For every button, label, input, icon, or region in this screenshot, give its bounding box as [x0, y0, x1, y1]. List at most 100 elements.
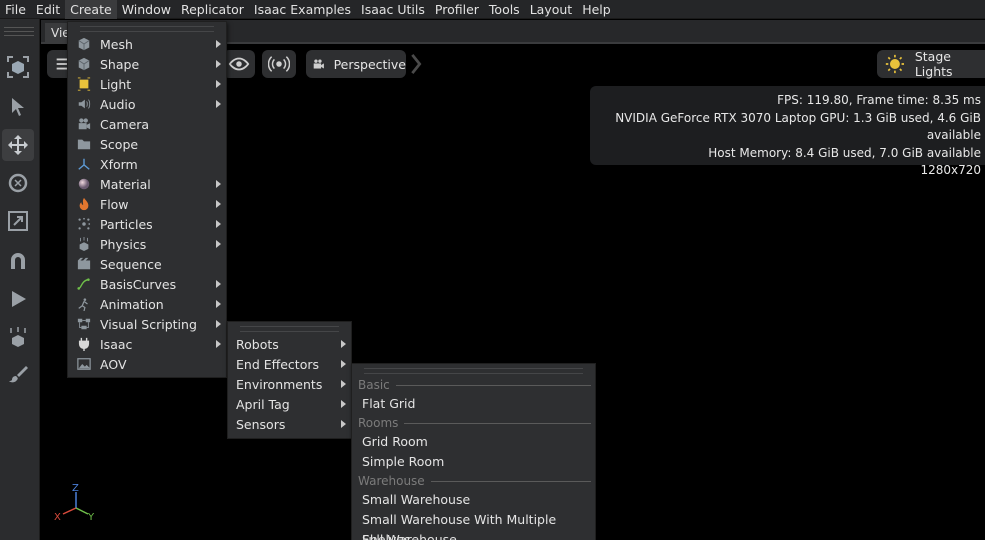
scale-tool-icon[interactable]	[2, 205, 34, 237]
submenu-arrow-icon	[341, 360, 346, 368]
menu-window[interactable]: Window	[117, 0, 176, 19]
menu-isaac-utils[interactable]: Isaac Utils	[356, 0, 430, 19]
play-icon[interactable]	[2, 283, 34, 315]
create-menu-item-mesh[interactable]: Mesh	[68, 34, 226, 54]
menu-item-label: Material	[100, 176, 151, 192]
create-menu-item-isaac[interactable]: Isaac	[68, 334, 226, 354]
create-menu-item-audio[interactable]: Audio	[68, 94, 226, 114]
menu-item-label: Flow	[100, 196, 129, 212]
create-menu-item-camera[interactable]: Camera	[68, 114, 226, 134]
section-header-warehouse: Warehouse	[352, 472, 595, 490]
isaac-menu-item-end-effectors[interactable]: End Effectors	[228, 354, 351, 374]
render-mode-button[interactable]	[262, 50, 296, 78]
submenu-arrow-icon	[216, 300, 221, 308]
create-menu-item-material[interactable]: Material	[68, 174, 226, 194]
create-menu-item-particles[interactable]: Particles	[68, 214, 226, 234]
menu-layout[interactable]: Layout	[525, 0, 578, 19]
sun-icon	[885, 54, 905, 74]
move-tool-icon[interactable]	[2, 129, 34, 161]
submenu-arrow-icon	[216, 100, 221, 108]
create-menu-item-light[interactable]: Light	[68, 74, 226, 94]
isaac-menu-item-april-tag[interactable]: April Tag	[228, 394, 351, 414]
menu-profiler[interactable]: Profiler	[430, 0, 484, 19]
snap-magnet-icon[interactable]	[2, 245, 34, 277]
create-menu-item-sequence[interactable]: Sequence	[68, 254, 226, 274]
submenu-arrow-icon	[341, 340, 346, 348]
menu-grabber	[80, 26, 214, 32]
cube-icon	[76, 36, 92, 52]
section-divider	[431, 481, 591, 482]
section-header-rooms: Rooms	[352, 414, 595, 432]
create-menu-item-visual-scripting[interactable]: Visual Scripting	[68, 314, 226, 334]
submenu-arrow-icon	[216, 320, 221, 328]
toolbar-grip	[4, 31, 34, 32]
menu-isaac-examples[interactable]: Isaac Examples	[249, 0, 356, 19]
flame-icon	[76, 196, 92, 212]
select-mode-icon[interactable]	[2, 51, 34, 83]
menu-item-label: Sequence	[100, 256, 162, 272]
environment-item-small-warehouse[interactable]: Small Warehouse	[352, 490, 595, 510]
menu-file[interactable]: File	[0, 0, 31, 19]
paint-brush-icon[interactable]	[2, 359, 34, 391]
environment-item-flat-grid[interactable]: Flat Grid	[352, 394, 595, 414]
create-menu-item-xform[interactable]: Xform	[68, 154, 226, 174]
create-menu-item-shape[interactable]: Shape	[68, 54, 226, 74]
environment-item-simple-room[interactable]: Simple Room	[352, 452, 595, 472]
create-menu-item-scope[interactable]: Scope	[68, 134, 226, 154]
stats-overlay: FPS: 119.80, Frame time: 8.35 ms NVIDIA …	[590, 86, 985, 177]
create-menu-item-aov[interactable]: AOV	[68, 354, 226, 374]
menu-grabber	[240, 326, 339, 332]
menu-item-label: BasisCurves	[100, 276, 177, 292]
menu-help[interactable]: Help	[577, 0, 616, 19]
material-sphere-icon	[76, 176, 92, 192]
menu-item-label: Physics	[100, 236, 147, 252]
toolbar-overflow-chevron-icon[interactable]	[410, 50, 426, 78]
pointer-select-icon[interactable]	[2, 91, 34, 123]
create-menu-item-basiscurves[interactable]: BasisCurves	[68, 274, 226, 294]
host-memory-readout: Host Memory: 8.4 GiB used, 7.0 GiB avail…	[708, 145, 981, 160]
visibility-eye-button[interactable]	[223, 50, 255, 78]
submenu-arrow-icon	[216, 40, 221, 48]
submenu-arrow-icon	[216, 280, 221, 288]
audio-icon	[76, 96, 92, 112]
menu-item-label: Mesh	[100, 36, 133, 52]
create-menu: Mesh Shape Light Audio Camera Scope Xform Mater…	[67, 21, 227, 378]
create-menu-item-physics[interactable]: Physics	[68, 234, 226, 254]
menu-item-label: End Effectors	[236, 356, 320, 372]
menu-item-label: Particles	[100, 216, 153, 232]
menu-create[interactable]: Create	[65, 0, 117, 19]
environment-item-full-warehouse[interactable]: Full Warehouse	[352, 530, 595, 540]
rotate-tool-icon[interactable]	[2, 167, 34, 199]
physics-drop-icon[interactable]	[2, 321, 34, 353]
isaac-menu-item-environments[interactable]: Environments	[228, 374, 351, 394]
menu-item-label: AOV	[100, 356, 127, 372]
menu-tools[interactable]: Tools	[484, 0, 525, 19]
menu-edit[interactable]: Edit	[31, 0, 65, 19]
menu-item-label: Audio	[100, 96, 136, 112]
section-divider	[396, 385, 591, 386]
environment-item-grid-room[interactable]: Grid Room	[352, 432, 595, 452]
image-icon	[76, 356, 92, 372]
menu-item-label: Camera	[100, 116, 150, 132]
submenu-arrow-icon	[341, 420, 346, 428]
create-menu-item-animation[interactable]: Animation	[68, 294, 226, 314]
plug-icon	[76, 336, 92, 352]
menu-replicator[interactable]: Replicator	[176, 0, 249, 19]
axis-z-label: Z	[72, 483, 79, 494]
isaac-menu-item-robots[interactable]: Robots	[228, 334, 351, 354]
create-menu-item-flow[interactable]: Flow	[68, 194, 226, 214]
environment-item-small-warehouse-with-multiple-shelves[interactable]: Small Warehouse With Multiple Shelves	[352, 510, 595, 540]
isaac-menu-item-sensors[interactable]: Sensors	[228, 414, 351, 434]
curve-icon	[76, 276, 92, 292]
camera-label: Perspective	[333, 56, 406, 72]
fps-readout: FPS: 119.80, Frame time: 8.35 ms	[777, 93, 981, 107]
toolbar-grip	[4, 35, 34, 36]
left-toolbar	[0, 19, 40, 540]
cube-icon	[76, 56, 92, 72]
submenu-arrow-icon	[216, 200, 221, 208]
stage-lights-button[interactable]: Stage Lights	[877, 49, 985, 79]
menu-grabber	[364, 368, 583, 374]
menu-item-label: Sensors	[236, 416, 286, 432]
camera-perspective-button[interactable]: Perspective	[306, 50, 406, 78]
xform-icon	[76, 156, 92, 172]
